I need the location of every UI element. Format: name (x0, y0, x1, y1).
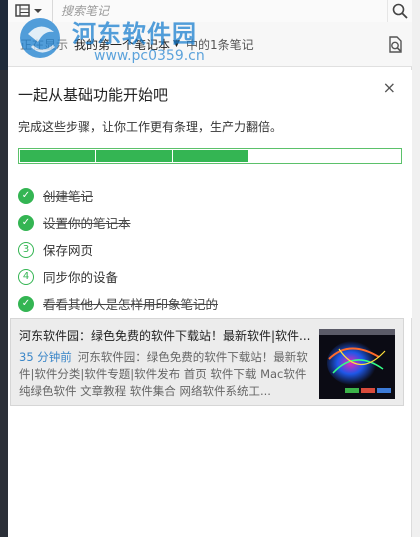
progress-segment (96, 150, 172, 162)
checkmark-icon: ✓ (18, 187, 34, 204)
list-view-icon (15, 4, 42, 17)
step-number-icon: 3 (18, 241, 34, 258)
notebook-name: 我的第一个笔记本 (74, 37, 171, 52)
note-title: 河东软件园：绿色免费的软件下载站！最新软件|软件... (19, 329, 311, 343)
step-label: 保存网页 (43, 243, 94, 258)
getting-started-description: 完成这些步骤，让你工作更有条理，生产力翻倍。 (18, 120, 283, 134)
scope-search-icon[interactable] (384, 34, 406, 56)
step-label: 设置你的笔记本 (43, 216, 131, 231)
thumbnail-buttons (345, 388, 391, 393)
progress-bar (18, 148, 402, 164)
note-snippet-block: 35 分钟前 河东软件园：绿色免费的软件下载站！最新软件|软件分类|软件专题|软件… (19, 349, 315, 401)
steps-list: ✓ 创建笔记 ✓ 设置你的笔记本 3 保存网页 4 同步你的设备 ✓ 看看其他人是怎样用印… (18, 182, 218, 317)
progress-segment (20, 150, 96, 162)
checkmark-icon: ✓ (18, 214, 34, 231)
progress-segment (172, 150, 248, 162)
step-item[interactable]: ✓ 看看其他人是怎样用印象笔记的 (18, 290, 218, 317)
note-card[interactable]: 河东软件园：绿色免费的软件下载站！最新软件|软件... 35 分钟前 河东软件园：… (10, 318, 404, 406)
note-thumbnail (319, 329, 395, 399)
sidebar-accent (0, 0, 8, 70)
search-bar (8, 0, 412, 23)
getting-started-panel: 一起从基础功能开始吧 × 完成这些步骤，让你工作更有条理，生产力翻倍。 ✓ 创建笔… (8, 70, 412, 318)
step-label: 同步你的设备 (43, 270, 119, 285)
step-label: 看看其他人是怎样用印象笔记的 (43, 297, 219, 312)
note-list-pane: 正在显示 我的第一个笔记本▼ 中的1条笔记 河东软件园 www.pc0359.c… (8, 0, 412, 537)
search-input[interactable] (53, 0, 387, 22)
chevron-down-icon: ▼ (173, 39, 180, 49)
close-icon[interactable]: × (383, 78, 396, 97)
step-item[interactable]: 4 同步你的设备 (18, 263, 218, 290)
note-timestamp: 35 分钟前 (19, 350, 72, 364)
note-count: 中的1条笔记 (185, 37, 254, 52)
view-options-button[interactable] (8, 0, 53, 22)
progress-fill (20, 150, 248, 162)
filter-prefix: 正在显示 (20, 37, 69, 52)
search-icon[interactable] (387, 0, 412, 22)
step-item[interactable]: ✓ 设置你的笔记本 (18, 209, 218, 236)
notebook-selector[interactable]: 我的第一个笔记本 ▼ (74, 36, 180, 53)
notebook-filter-bar: 正在显示 我的第一个笔记本 ▼ 中的1条笔记 (8, 22, 412, 67)
step-item[interactable]: 3 保存网页 (18, 236, 218, 263)
step-label: 创建笔记 (43, 189, 94, 204)
checkmark-icon: ✓ (18, 295, 34, 312)
step-number-icon: 4 (18, 268, 34, 285)
step-item[interactable]: ✓ 创建笔记 (18, 182, 218, 209)
left-sidebar-strip (0, 0, 8, 537)
scrollbar[interactable] (411, 0, 420, 537)
getting-started-title: 一起从基础功能开始吧 (18, 86, 169, 104)
